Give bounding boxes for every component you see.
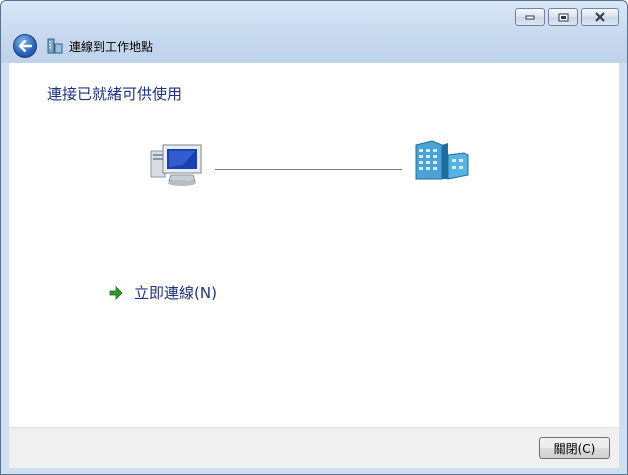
close-button[interactable]: 關閉(C) bbox=[539, 437, 610, 459]
workplace-icon bbox=[47, 38, 63, 54]
computer-icon bbox=[150, 144, 202, 186]
connection-line bbox=[215, 169, 402, 170]
window-title: 連線到工作地點 bbox=[69, 40, 154, 54]
maximize-icon bbox=[558, 13, 568, 21]
minimize-icon bbox=[525, 15, 535, 20]
caption-buttons bbox=[515, 8, 619, 26]
workplace-server-icon bbox=[415, 140, 469, 180]
connect-now-link[interactable]: 立即連線(N) bbox=[109, 282, 217, 303]
green-arrow-icon bbox=[109, 285, 123, 300]
maximize-button[interactable] bbox=[548, 8, 578, 26]
minimize-button[interactable] bbox=[515, 8, 545, 26]
dialog-window: 連線到工作地點 連接已就緒可供使用 立即連線(N) 關閉(C) bbox=[0, 0, 628, 475]
back-arrow-icon bbox=[18, 40, 32, 52]
content-panel: 連接已就緒可供使用 立即連線(N) bbox=[9, 63, 619, 427]
close-window-button[interactable] bbox=[581, 8, 619, 26]
footer-bar: 關閉(C) bbox=[9, 427, 619, 468]
title-bar: 連線到工作地點 bbox=[1, 1, 627, 63]
page-heading: 連接已就緒可供使用 bbox=[47, 85, 183, 103]
connect-now-label: 立即連線(N) bbox=[134, 284, 217, 302]
close-icon bbox=[595, 12, 605, 22]
back-button[interactable] bbox=[13, 34, 37, 58]
